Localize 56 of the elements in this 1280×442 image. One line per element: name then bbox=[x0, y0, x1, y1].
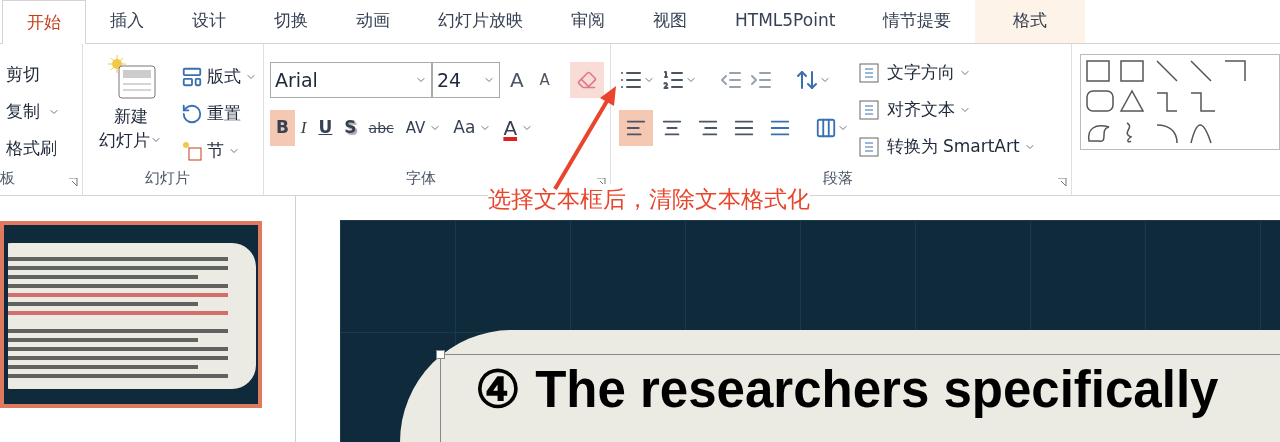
ribbon-tab[interactable]: 插入 bbox=[86, 0, 168, 43]
text-box[interactable]: ④ The researchers specifically bbox=[440, 354, 1280, 442]
clear-formatting-button[interactable] bbox=[569, 62, 604, 98]
format-button[interactable]: abc bbox=[362, 110, 400, 146]
group-label: 幻灯片 bbox=[144, 167, 190, 189]
grow-font-button[interactable]: A bbox=[503, 65, 530, 95]
ribbon-tab[interactable]: 幻灯片放映 bbox=[414, 0, 547, 43]
numbering-button[interactable] bbox=[660, 68, 697, 92]
format-button[interactable]: AV bbox=[399, 110, 448, 146]
font-name-field[interactable]: Arial bbox=[269, 62, 432, 98]
clipboard-button[interactable]: 复制 bbox=[0, 93, 82, 130]
format-button[interactable]: B bbox=[269, 110, 295, 146]
line-spacing-icon bbox=[794, 68, 819, 92]
slide-option-button[interactable]: 重置 bbox=[180, 95, 257, 132]
format-button[interactable]: Aa bbox=[447, 110, 498, 146]
slide-option-button[interactable]: 版式 bbox=[180, 58, 257, 95]
layout-icon bbox=[180, 65, 203, 88]
slide-thumbnail[interactable] bbox=[0, 221, 262, 408]
columns-icon bbox=[814, 117, 837, 139]
columns-button[interactable] bbox=[814, 117, 849, 139]
dialog-launcher-icon[interactable] bbox=[1058, 178, 1067, 187]
ribbon-tab[interactable]: 设计 bbox=[168, 0, 250, 43]
dialog-launcher-icon[interactable] bbox=[68, 178, 78, 187]
format-button[interactable]: A bbox=[497, 110, 540, 146]
clipboard-button[interactable]: 格式刷 bbox=[0, 130, 82, 167]
format-button[interactable]: I bbox=[294, 110, 313, 146]
ribbon-tab[interactable]: 切换 bbox=[250, 0, 332, 43]
smartart-button[interactable]: 转换为 SmartArt bbox=[856, 128, 1036, 165]
group-label: 字体 bbox=[405, 167, 436, 189]
ribbon-tab[interactable]: HTML5Point bbox=[711, 0, 860, 43]
group-label: 板 bbox=[0, 167, 15, 189]
format-button[interactable]: S bbox=[338, 110, 363, 146]
numbered-list-icon bbox=[660, 68, 685, 92]
eraser-icon bbox=[576, 70, 597, 90]
ribbon-tab[interactable]: 动画 bbox=[332, 0, 414, 43]
ribbon-tab[interactable]: 格式 bbox=[975, 0, 1086, 43]
ribbon-tab[interactable]: 视图 bbox=[629, 0, 711, 43]
group-label: 段落 bbox=[822, 167, 853, 189]
font-size-field[interactable]: 24 bbox=[431, 62, 500, 98]
clipboard-button[interactable]: 剪切 bbox=[0, 56, 82, 93]
section-icon bbox=[180, 139, 203, 162]
slide-option-button[interactable]: 节 bbox=[180, 132, 257, 169]
format-button[interactable]: U bbox=[312, 110, 339, 146]
line-spacing-button[interactable] bbox=[794, 68, 831, 92]
ribbon-tab[interactable]: 审阅 bbox=[547, 0, 629, 43]
annotation-text: 选择文本框后，清除文本格式化 bbox=[488, 184, 810, 214]
shrink-font-button[interactable]: A bbox=[533, 68, 556, 92]
reset-icon bbox=[180, 102, 203, 125]
align-button[interactable] bbox=[618, 110, 653, 146]
align-text-button[interactable]: 对齐文本 bbox=[856, 91, 1036, 128]
ribbon-tab[interactable]: 开始 bbox=[2, 0, 86, 44]
ribbon-tab[interactable]: 情节提要 bbox=[859, 0, 976, 43]
text-direction-button[interactable]: 文字方向 bbox=[856, 54, 1036, 91]
slide-heading: ④ The researchers specifically bbox=[475, 362, 1219, 418]
new-slide-button[interactable]: 新建 幻灯片 bbox=[88, 54, 173, 166]
resize-handle[interactable] bbox=[436, 350, 445, 359]
